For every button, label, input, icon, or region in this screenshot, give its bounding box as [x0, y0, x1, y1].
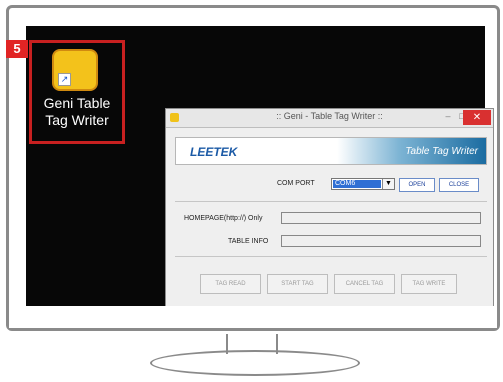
geni-app-icon[interactable]: ↗	[52, 49, 98, 91]
com-port-select[interactable]: COM6 ▼	[331, 178, 395, 190]
minimize-button[interactable]: –	[442, 111, 454, 121]
close-port-button[interactable]: CLOSE	[439, 178, 479, 192]
title-bar[interactable]: :: Geni - Table Tag Writer :: – □ ✕	[166, 109, 493, 128]
divider	[175, 201, 487, 202]
app-banner: LEETEK Table Tag Writer	[175, 137, 487, 165]
desktop-icon-label[interactable]: Geni Table Tag Writer	[32, 95, 122, 129]
table-info-input[interactable]	[281, 235, 481, 247]
desktop-shortcut-highlight[interactable]: ↗ Geni Table Tag Writer	[29, 40, 125, 144]
shortcut-arrow-icon: ↗	[58, 73, 71, 86]
start-tag-button[interactable]: START TAG	[267, 274, 328, 294]
desktop-icon-label-line2: Tag Writer	[45, 112, 109, 128]
monitor-bezel-bottom	[9, 306, 497, 328]
homepage-label: HOMEPAGE(http://) Only	[184, 215, 263, 222]
table-info-label: TABLE INFO	[228, 238, 269, 245]
close-window-button[interactable]: ✕	[463, 110, 491, 125]
monitor-stand-base	[150, 350, 360, 376]
homepage-input[interactable]	[281, 212, 481, 224]
leetek-logo: LEETEK	[190, 145, 238, 159]
cancel-tag-button[interactable]: CANCEL TAG	[334, 274, 395, 294]
tag-read-button[interactable]: TAG READ	[200, 274, 261, 294]
app-window: :: Geni - Table Tag Writer :: – □ ✕ LEET…	[165, 108, 494, 313]
divider	[175, 256, 487, 257]
com-port-selected-value: COM6	[333, 180, 381, 188]
step-badge: 5	[6, 40, 28, 58]
open-port-button[interactable]: OPEN	[399, 178, 435, 192]
product-name: Table Tag Writer	[405, 146, 478, 157]
com-port-label: COM PORT	[277, 180, 315, 187]
dropdown-arrow-icon[interactable]: ▼	[382, 179, 394, 189]
desktop-icon-label-line1: Geni Table	[43, 95, 111, 111]
tag-write-button[interactable]: TAG WRITE	[401, 274, 457, 294]
